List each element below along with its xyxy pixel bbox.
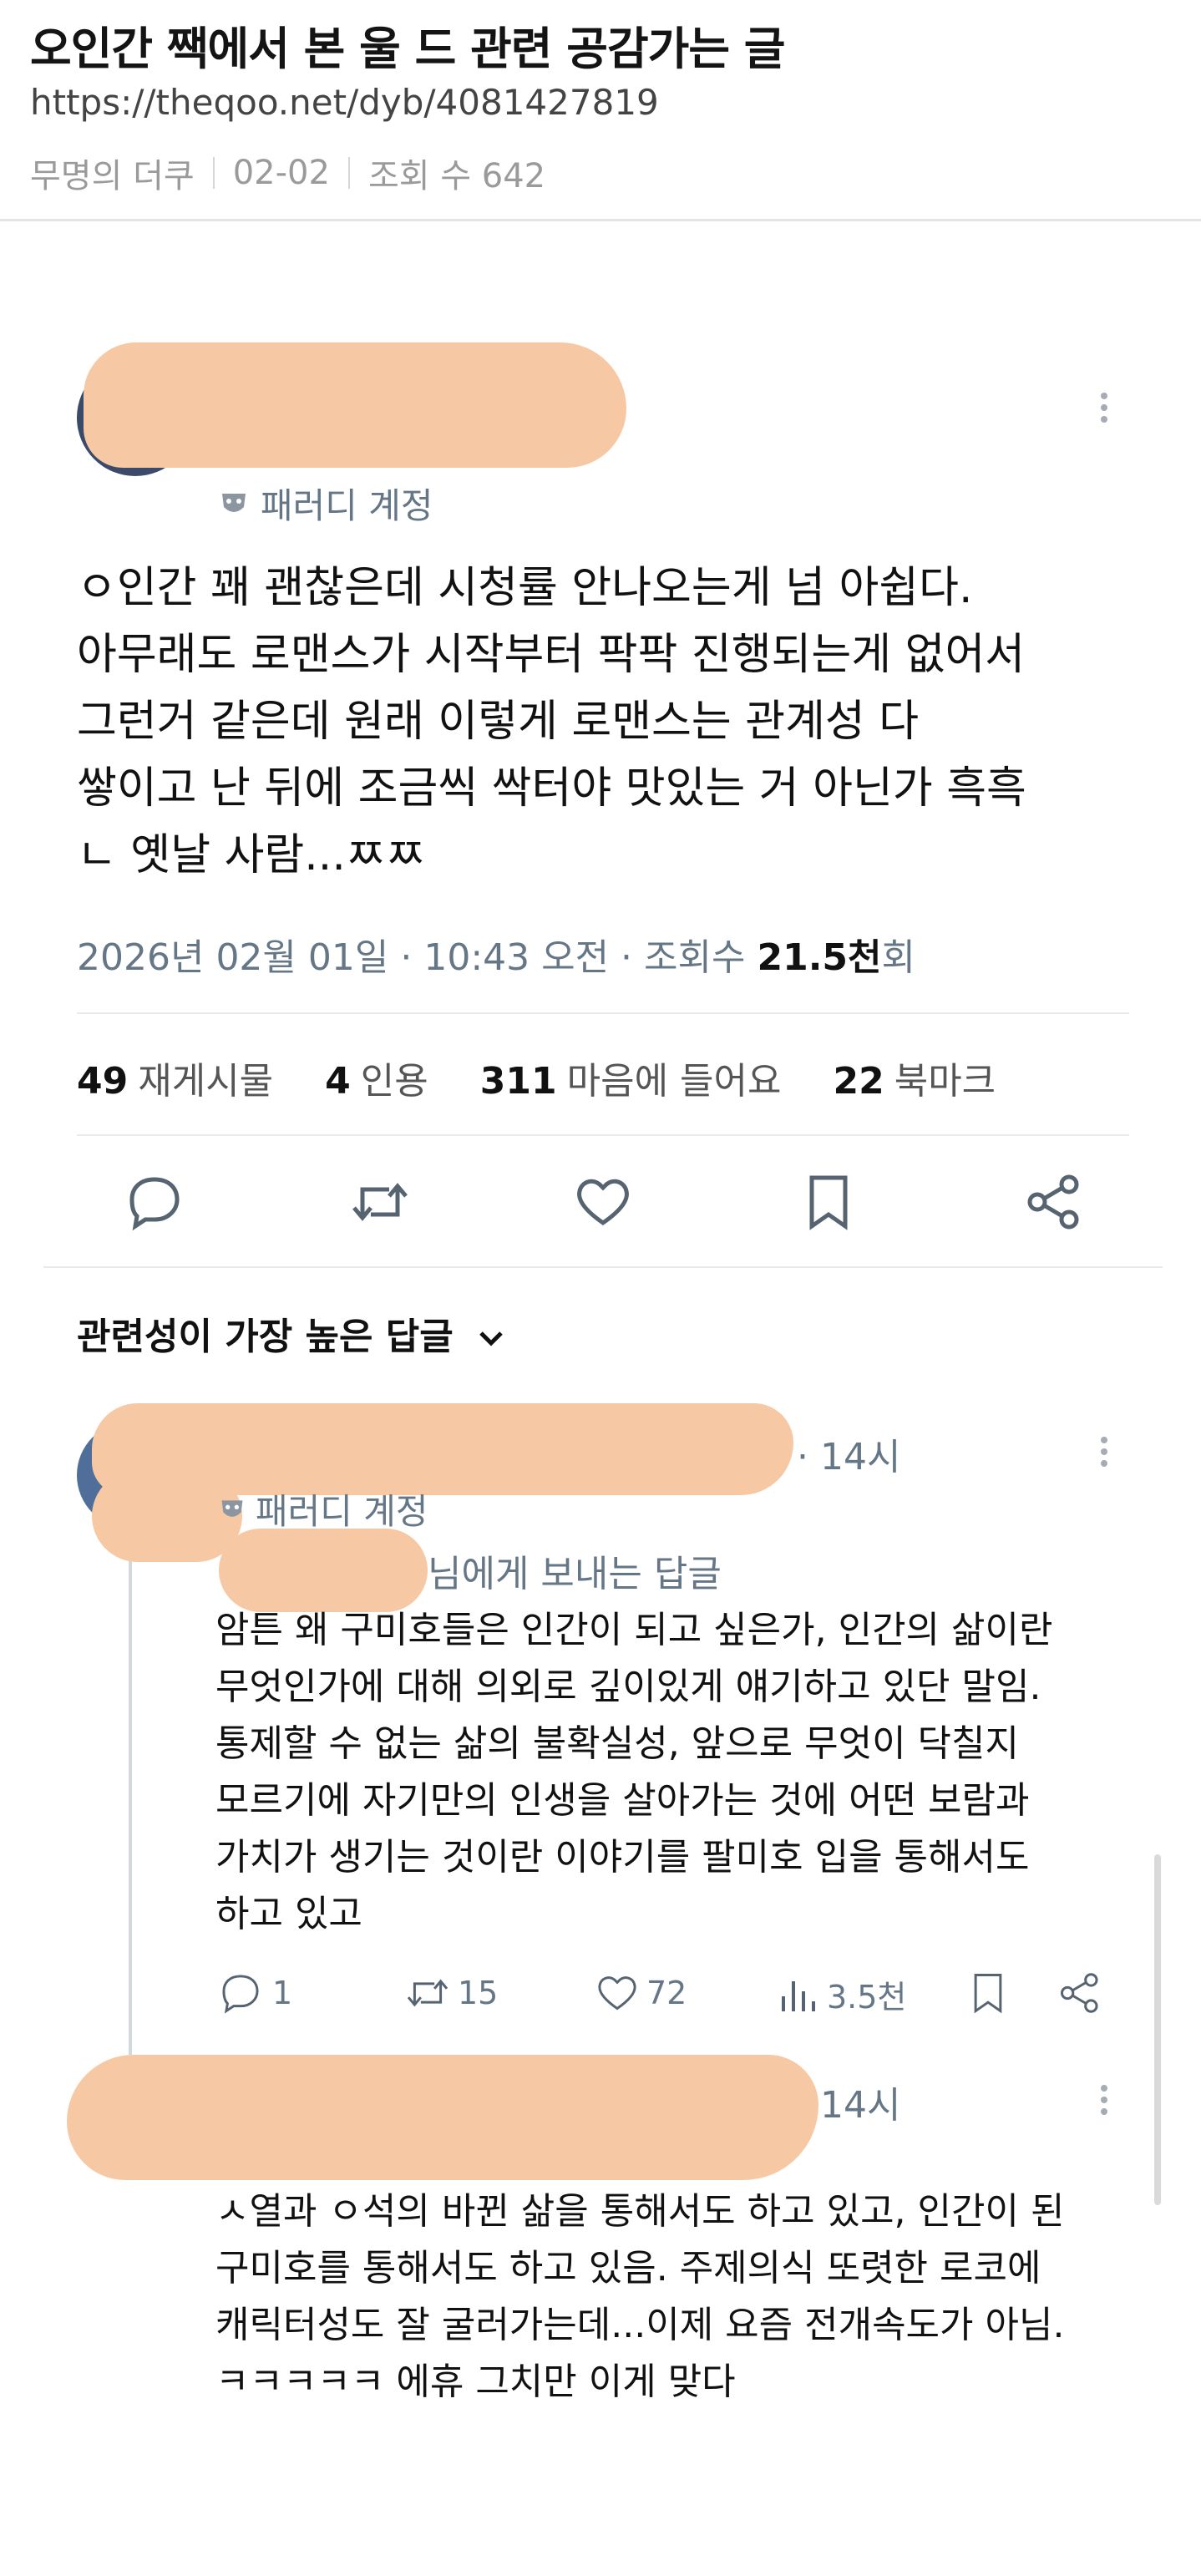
- share-icon[interactable]: [1024, 1173, 1084, 1235]
- reply-to-label: 님에게 보내는 답글: [428, 1553, 722, 1595]
- chevron-down-icon: [479, 1331, 503, 1346]
- reply-line: 구미호를 통해서도 하고 있음. 주제의식 또렷한 로코에: [215, 2247, 1041, 2289]
- like-icon: [598, 1976, 636, 2011]
- replies-sort-selector[interactable]: 관련성이 가장 높은 답글: [77, 1306, 508, 1360]
- divider: [77, 1134, 1129, 1136]
- post-title: 오인간 짹에서 본 울 드 관련 공감가는 글: [30, 23, 785, 75]
- analytics-icon: [782, 1980, 815, 2011]
- stat-likes[interactable]: 311 마음에 들어요: [480, 1060, 782, 1103]
- reply-line: 통제할 수 없는 삶의 불확실성, 앞으로 무엇이 닥칠지: [215, 1722, 1019, 1765]
- account-badge-label: 패러디 계정: [256, 1491, 428, 1532]
- tweet-stats: 49 재게시물 4 인용 311 마음에 들어요 22 북마크: [77, 1051, 1036, 1104]
- retweet-count-button[interactable]: 15: [404, 1971, 498, 2015]
- divider: [212, 157, 215, 189]
- tweet-view-count: 21.5천: [757, 936, 882, 979]
- mask-icon: [222, 493, 246, 512]
- account-badge-label: 패러디 계정: [261, 485, 433, 526]
- divider: [43, 1266, 1163, 1268]
- reply-body: ㅅ열과 ㅇ석의 바뀐 삶을 통해서도 하고 있고, 인간이 된 구미호를 통해서…: [215, 2183, 1064, 2411]
- redacted-username: [67, 2055, 818, 2180]
- retweet-icon: [407, 1979, 448, 2007]
- header-divider: [0, 219, 1201, 221]
- redacted-reply-target: [219, 1529, 428, 1612]
- tweet-line: 그런거 같은데 원래 이렇게 로맨스는 관계성 다: [77, 697, 920, 747]
- tweet-timestamp: 2026년 02월 01일 · 10:43 오전 · 조회수: [77, 936, 758, 979]
- stat-quotes[interactable]: 4 인용: [325, 1060, 428, 1103]
- stat-bookmarks[interactable]: 22 북마크: [833, 1060, 996, 1103]
- bookmark-icon[interactable]: [969, 1971, 1007, 2015]
- reply-line: ㅅ열과 ㅇ석의 바뀐 삶을 통해서도 하고 있고, 인간이 된: [215, 2190, 1065, 2233]
- reply-body: 암튼 왜 구미호들은 인간이 되고 싶은가, 인간의 삶이란 무엇인가에 대해 …: [215, 1602, 1052, 1943]
- like-icon[interactable]: [573, 1173, 633, 1235]
- retweet-icon[interactable]: [349, 1173, 411, 1235]
- post-date: 02-02: [232, 154, 330, 192]
- tweet-meta: 2026년 02월 01일 · 10:43 오전 · 조회수 21.5천회: [77, 927, 915, 981]
- content-cutoff: [0, 2447, 1201, 2456]
- view-count: 조회 수 642: [367, 157, 546, 195]
- divider: [77, 1012, 1129, 1014]
- reply-line: 하고 있고: [215, 1893, 362, 1935]
- tweet-line: 쌓이고 난 뒤에 조금씩 싹터야 맛있는 거 아닌가 흑흑: [77, 763, 1026, 814]
- more-options-icon[interactable]: [1101, 2080, 1107, 2120]
- replies-sort-label: 관련성이 가장 높은 답글: [77, 1316, 454, 1358]
- tweet-body: ㅇ인간 꽤 괜찮은데 시청률 안나오는게 넘 아쉽다. 아무래도 로맨스가 시작…: [77, 555, 1163, 889]
- views-count-button[interactable]: 3.5천: [777, 1971, 906, 2017]
- reply-line: 모르기에 자기만의 인생을 살아가는 것에 어떤 보람과: [215, 1779, 1030, 1822]
- more-options-icon[interactable]: [1101, 1432, 1107, 1472]
- reply-line: 암튼 왜 구미호들은 인간이 되고 싶은가, 인간의 삶이란: [215, 1609, 1053, 1651]
- post-meta-bar: 무명의 더쿠 02-02 조회 수 642: [30, 149, 545, 197]
- reply-time: 14시: [820, 2084, 901, 2127]
- mask-icon: [221, 1499, 243, 1517]
- scrollbar[interactable]: [1154, 1854, 1161, 2205]
- reply-line: ㅋㅋㅋㅋㅋ 에휴 그치만 이게 맞다: [215, 2360, 736, 2403]
- reply-line: 무엇인가에 대해 의외로 깊이있게 얘기하고 있단 말임.: [215, 1666, 1041, 1708]
- tweet-line: ㄴ 옛날 사람...ㅉㅉ: [77, 830, 426, 880]
- more-options-icon[interactable]: [1101, 388, 1107, 428]
- divider: [347, 157, 350, 189]
- thread-line: [129, 1537, 132, 2055]
- reply-time: · 14시: [797, 1436, 901, 1478]
- tweet-line: 아무래도 로맨스가 시작부터 팍팍 진행되는게 없어서: [77, 630, 1026, 680]
- reply-count-button[interactable]: 1: [219, 1971, 292, 2015]
- account-badge: 패러디 계정: [219, 478, 433, 529]
- share-icon[interactable]: [1057, 1971, 1102, 2015]
- reply-line: 캐릭터성도 잘 굴러가는데...이제 요즘 전개속도가 아님.: [215, 2304, 1065, 2346]
- like-count-button[interactable]: 72: [595, 1971, 687, 2015]
- redacted-username: [84, 342, 626, 468]
- reply-line: 가치가 생기는 것이란 이야기를 팔미호 입을 통해서도: [215, 1836, 1030, 1879]
- account-badge: 패러디 계정: [219, 1483, 428, 1534]
- stat-reposts[interactable]: 49 재게시물: [77, 1060, 273, 1103]
- bookmark-icon[interactable]: [803, 1173, 854, 1235]
- tweet-view-suffix: 회: [881, 936, 915, 979]
- post-url[interactable]: https://theqoo.net/dyb/4081427819: [30, 82, 659, 123]
- reply-icon: [222, 1975, 259, 2014]
- reply-icon[interactable]: [125, 1173, 184, 1235]
- author-name: 무명의 더쿠: [30, 157, 195, 195]
- tweet-line: ㅇ인간 꽤 괜찮은데 시청률 안나오는게 넘 아쉽다.: [77, 563, 973, 613]
